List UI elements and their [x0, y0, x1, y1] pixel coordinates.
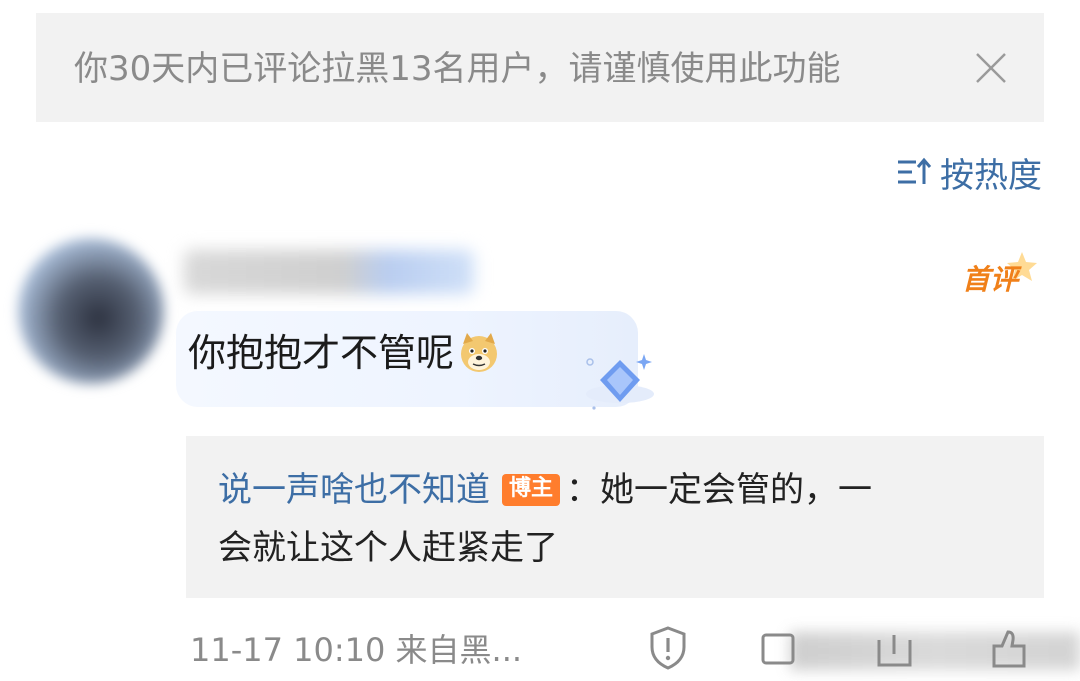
- reply-first-line: 说一声啥也不知道 博主 ： 她一定会管的，一: [218, 468, 872, 512]
- comment-text: 你抱抱才不管呢: [188, 330, 500, 376]
- avatar[interactable]: [18, 238, 164, 384]
- close-icon[interactable]: [974, 51, 1008, 85]
- reply-text-line2: 会就让这个人赶紧走了: [218, 528, 558, 568]
- actions-blurred: [790, 632, 1080, 670]
- comment-icon[interactable]: [760, 632, 800, 670]
- reply-author-link[interactable]: 说一声啥也不知道: [218, 468, 490, 512]
- first-comment-label: 首评: [962, 263, 1019, 296]
- notice-text: 你30天内已评论拉黑13名用户，请谨慎使用此功能: [74, 49, 841, 89]
- block-notice-banner: 你30天内已评论拉黑13名用户，请谨慎使用此功能: [36, 13, 1044, 122]
- sort-label: 按热度: [940, 155, 1042, 196]
- sort-by-hot-button[interactable]: 按热度: [896, 150, 1042, 196]
- reply-colon: ：: [566, 470, 601, 510]
- username-blurred[interactable]: [184, 250, 474, 294]
- first-comment-badge: 首评: [962, 250, 1042, 300]
- reply-box[interactable]: 说一声啥也不知道 博主 ： 她一定会管的，一 会就让这个人赶紧走了: [186, 436, 1044, 598]
- gem-decoration-icon: [586, 354, 654, 410]
- comment-meta: 11-17 10:10 来自黑...: [190, 631, 523, 669]
- sort-icon: [898, 157, 932, 184]
- forward-icon[interactable]: [876, 632, 916, 670]
- like-icon[interactable]: [990, 628, 1030, 670]
- doge-emoji-icon: [461, 333, 498, 372]
- report-shield-icon[interactable]: [648, 625, 688, 671]
- blogger-badge: 博主: [502, 474, 561, 506]
- comment-body: 你抱抱才不管呢: [188, 331, 455, 375]
- reply-text-line1: 她一定会管的，一: [600, 470, 873, 510]
